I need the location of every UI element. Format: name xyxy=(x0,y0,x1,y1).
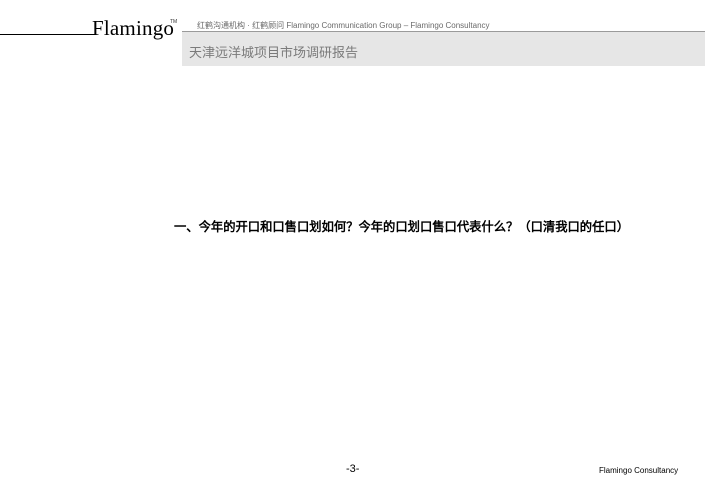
header-tagline: 红鹤沟通机构 · 红鹤顾问 Flamingo Communication Gro… xyxy=(197,21,490,30)
flamingo-logo: Flamingo xyxy=(92,16,175,40)
header-left-rule xyxy=(0,34,96,35)
logo-superscript: TM xyxy=(170,19,178,25)
page-number: -3- xyxy=(346,463,360,475)
report-title: 天津远洋城项目市场调研报告 xyxy=(189,46,359,61)
section-heading: 一、今年的开口和口售口划如何？今年的口划口售口代表什么？（口清我口的任口） xyxy=(174,220,629,234)
footer-brand: Flamingo Consultancy xyxy=(599,466,679,475)
